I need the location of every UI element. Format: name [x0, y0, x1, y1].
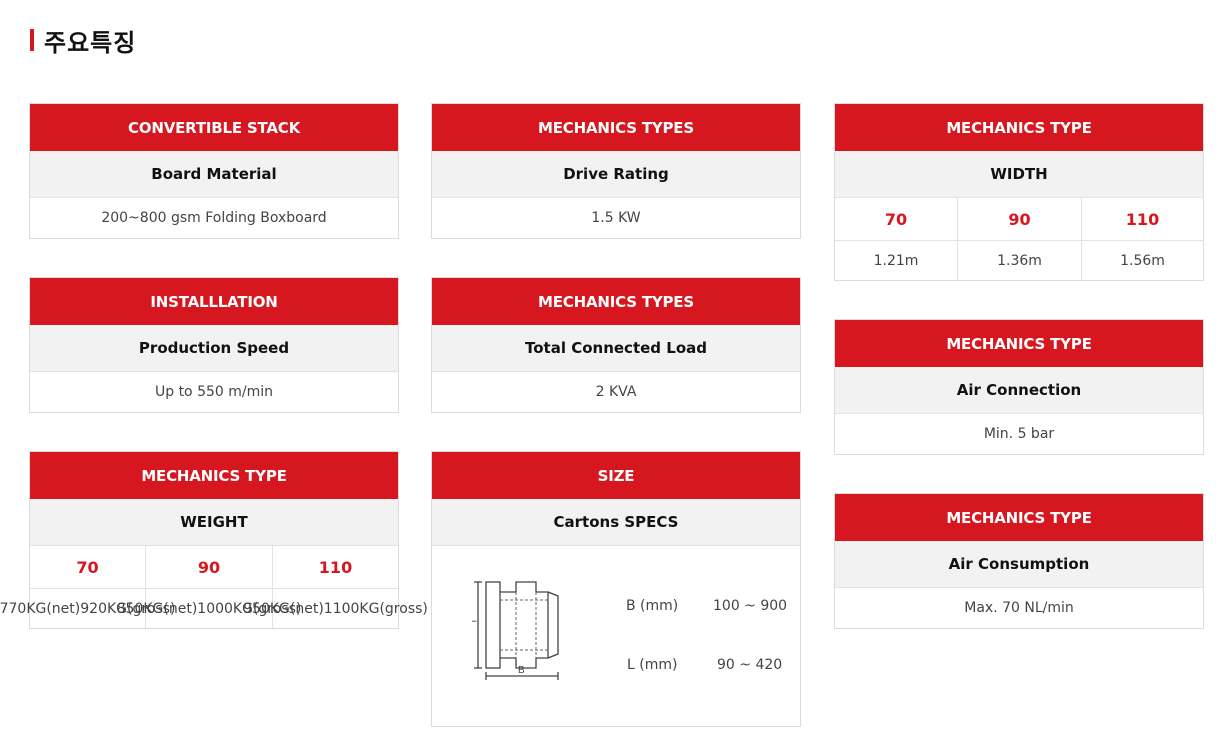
- column-3: MECHANICS TYPE WIDTH 70 90 110 1.21m 1.3…: [834, 103, 1204, 667]
- page-title-text: 주요특징: [44, 28, 137, 57]
- width-value-70: 1.21m: [873, 252, 919, 269]
- card-subheader: Drive Rating: [432, 151, 800, 198]
- card-drive-rating: MECHANICS TYPES Drive Rating 1.5 KW: [431, 103, 801, 239]
- card-air-consumption: MECHANICS TYPE Air Consumption Max. 70 N…: [834, 493, 1204, 629]
- carton-diagram: L B: [472, 581, 559, 680]
- column-1: CONVERTIBLE STACK Board Material 200~800…: [0, 103, 428, 667]
- card-value: Up to 550 m/min: [154, 384, 273, 400]
- spec-l-label: L (mm): [627, 657, 678, 673]
- card-header: MECHANICS TYPES: [432, 278, 800, 325]
- weight-value-row: 770KG(net) 920KG(gross) 850KG(net) 1000K…: [0, 589, 428, 628]
- weight-model-110: 110: [272, 546, 398, 589]
- card-value: 2 KVA: [595, 384, 637, 400]
- spec-l-value: 90 ~ 420: [717, 657, 783, 673]
- weight-model-90: 90: [145, 546, 272, 589]
- card-subheader: Air Connection: [835, 367, 1203, 414]
- weight-net: 850KG(net): [116, 600, 198, 617]
- title-accent-bar: [30, 29, 34, 51]
- card-installation: INSTALLLATION Production Speed Up to 550…: [29, 277, 399, 413]
- card-header: MECHANICS TYPES: [432, 104, 800, 151]
- card-header: SIZE: [432, 452, 800, 499]
- width-model-70: 70: [835, 198, 957, 241]
- weight-net: 950KG(net): [243, 600, 324, 617]
- card-value: Min. 5 bar: [983, 426, 1055, 442]
- card-total-connected-load: MECHANICS TYPES Total Connected Load 2 K…: [431, 277, 801, 413]
- card-subheader: Total Connected Load: [432, 325, 800, 372]
- card-subheader: WIDTH: [835, 151, 1203, 198]
- width-value-row: 1.21m 1.36m 1.56m: [835, 241, 1203, 280]
- card-weight: MECHANICS TYPE WEIGHT 70 90 110 770KG(ne…: [0, 451, 428, 629]
- card-subheader: WEIGHT: [30, 499, 398, 546]
- card-value: Max. 70 NL/min: [964, 600, 1074, 616]
- weight-model-row: 70 90 110: [30, 546, 398, 589]
- card-convertible-stack: CONVERTIBLE STACK Board Material 200~800…: [29, 103, 399, 239]
- spec-b-label: B (mm): [626, 598, 679, 614]
- weight-cell-110: 950KG(net) 1100KG(gross): [243, 589, 428, 628]
- spec-b-value: 100 ~ 900: [713, 598, 788, 614]
- width-model-row: 70 90 110: [835, 198, 1203, 241]
- card-subheader: Board Material: [30, 151, 398, 198]
- card-width: MECHANICS TYPE WIDTH 70 90 110 1.21m 1.3…: [834, 103, 1204, 281]
- card-subheader: Cartons SPECS: [432, 499, 800, 546]
- weight-gross: 1100KG(gross): [323, 600, 428, 617]
- column-2: MECHANICS TYPES Drive Rating 1.5 KW MECH…: [431, 103, 801, 742]
- card-air-connection: MECHANICS TYPE Air Connection Min. 5 bar: [834, 319, 1204, 455]
- card-header: INSTALLLATION: [30, 278, 398, 325]
- card-header: MECHANICS TYPE: [835, 494, 1203, 541]
- card-header: CONVERTIBLE STACK: [30, 104, 398, 151]
- card-subheader: Production Speed: [30, 325, 398, 372]
- width-model-110: 110: [1081, 198, 1203, 241]
- weight-net: 770KG(net): [0, 600, 81, 617]
- weight-model-70: 70: [30, 546, 145, 589]
- card-header: MECHANICS TYPE: [835, 104, 1203, 151]
- width-value-110: 1.56m: [1081, 241, 1203, 280]
- page-title: 주요특징: [30, 26, 136, 57]
- card-header: MECHANICS TYPE: [30, 452, 398, 499]
- width-model-90: 90: [957, 198, 1081, 241]
- cartons-specs-body: L B B (mm) 100 ~ 900 L (mm) 90 ~ 420: [432, 546, 800, 726]
- card-value: 1.5 KW: [591, 210, 641, 226]
- card-subheader: Air Consumption: [835, 541, 1203, 588]
- diagram-label-l: L: [472, 620, 478, 625]
- card-size: SIZE Cartons SPECS B B (mm) 100 ~ 900 L …: [431, 451, 801, 727]
- card-header: MECHANICS TYPE: [835, 320, 1203, 367]
- diagram-label-b: B: [518, 665, 525, 676]
- width-value-90: 1.36m: [957, 241, 1081, 280]
- card-value: 200~800 gsm Folding Boxboard: [101, 210, 327, 226]
